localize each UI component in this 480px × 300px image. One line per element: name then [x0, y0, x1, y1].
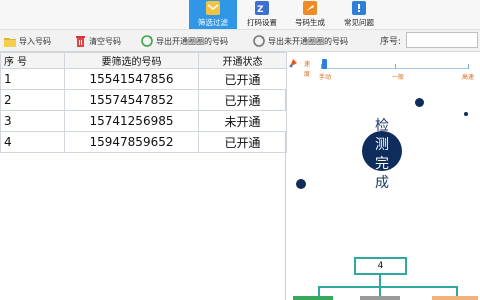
serial-label: 序号: [380, 37, 402, 47]
table-row[interactable]: 3 15741256985 未开通 [0, 110, 287, 132]
table-header-row: 序 号 要筛选的号码 开通状态 [0, 52, 287, 69]
import-button-label: 导入号码 [19, 36, 51, 46]
speed-slider-knob[interactable] [322, 59, 327, 69]
decor-dot [415, 98, 424, 107]
faq-icon [352, 1, 366, 15]
tree-connector [318, 286, 458, 288]
filter-icon [206, 1, 220, 15]
refresh-gray-icon [253, 35, 265, 47]
tree-leaf-open [293, 296, 333, 300]
tab-faq-label: 常见问题 [344, 18, 374, 27]
header-status[interactable]: 开通状态 [198, 52, 287, 69]
tab-filter-label: 筛选过滤 [198, 18, 228, 27]
table-row[interactable]: 1 15541547856 已开通 [0, 68, 287, 90]
clear-button[interactable]: 清空号码 [74, 33, 121, 49]
table-row[interactable]: 2 15574547852 已开通 [0, 89, 287, 111]
refresh-green-icon [141, 35, 153, 47]
tab-faq[interactable]: 常见问题 [335, 0, 383, 29]
tab-barcode-settings[interactable]: Z 打码设置 [238, 0, 286, 29]
import-button[interactable]: 导入号码 [4, 33, 51, 49]
tree-connector [379, 286, 381, 296]
tree-connector [456, 286, 458, 296]
decor-dot [464, 112, 468, 116]
row-number: 15574547852 [64, 89, 199, 111]
row-number: 15541547856 [64, 68, 199, 90]
speed-tick-label: 手动 [319, 74, 332, 81]
tab-number-generate[interactable]: 号码生成 [286, 0, 334, 29]
status-char: 测 [375, 137, 389, 153]
status-char: 检 [375, 118, 389, 134]
export-open-button[interactable]: 导出开通圈圈的号码 [141, 33, 228, 49]
row-index: 1 [0, 68, 65, 90]
tree-leaf-unopen [360, 296, 400, 300]
speed-tick [395, 64, 396, 69]
row-status: 未开通 [198, 110, 287, 132]
export-unopen-button[interactable]: 导出未开通圈圈的号码 [253, 33, 348, 49]
export-unopen-button-label: 导出未开通圈圈的号码 [268, 36, 348, 46]
tab-filter[interactable]: 筛选过滤 [189, 0, 237, 29]
number-table-panel: 序 号 要筛选的号码 开通状态 1 15541547856 已开通 2 1557… [0, 52, 287, 300]
barcode-settings-icon: Z [255, 1, 269, 15]
rocket-icon [289, 58, 298, 70]
row-index: 4 [0, 131, 65, 153]
row-status: 已开通 [198, 68, 287, 90]
speed-tick-label: 高速 [462, 74, 475, 81]
decor-dot [296, 179, 306, 189]
clear-button-label: 清空号码 [89, 36, 121, 46]
row-index: 2 [0, 89, 65, 111]
status-char: 成 [375, 175, 389, 191]
tree-leaf-other [432, 296, 478, 300]
export-open-button-label: 导出开通圈圈的号码 [156, 36, 228, 46]
row-status: 已开通 [198, 131, 287, 153]
speed-label-2: 度 [304, 71, 311, 78]
table-row[interactable]: 4 15947859652 已开通 [0, 131, 287, 153]
header-index[interactable]: 序 号 [0, 52, 65, 69]
trash-icon [74, 35, 86, 47]
header-number[interactable]: 要筛选的号码 [64, 52, 199, 69]
row-number: 15947859652 [64, 131, 199, 153]
speed-tick-label: 一般 [392, 74, 405, 81]
tree-root-node: 4 [354, 257, 407, 275]
row-status: 已开通 [198, 89, 287, 111]
tree-connector [318, 286, 320, 296]
status-char: 完 [375, 156, 389, 172]
row-number: 15741256985 [64, 110, 199, 132]
speed-tick [468, 64, 469, 69]
speed-label-1: 速 [304, 61, 311, 68]
row-index: 3 [0, 110, 65, 132]
serial-input[interactable] [406, 32, 478, 48]
number-table: 序 号 要筛选的号码 开通状态 1 15541547856 已开通 2 1557… [0, 52, 287, 153]
top-ribbon: 筛选过滤 Z 打码设置 号码生成 常见问题 [0, 0, 480, 30]
svg-text:Z: Z [257, 5, 264, 13]
folder-icon [4, 35, 16, 47]
tab-number-generate-label: 号码生成 [295, 18, 325, 27]
tab-barcode-settings-label: 打码设置 [247, 18, 277, 27]
number-generate-icon [303, 1, 317, 15]
